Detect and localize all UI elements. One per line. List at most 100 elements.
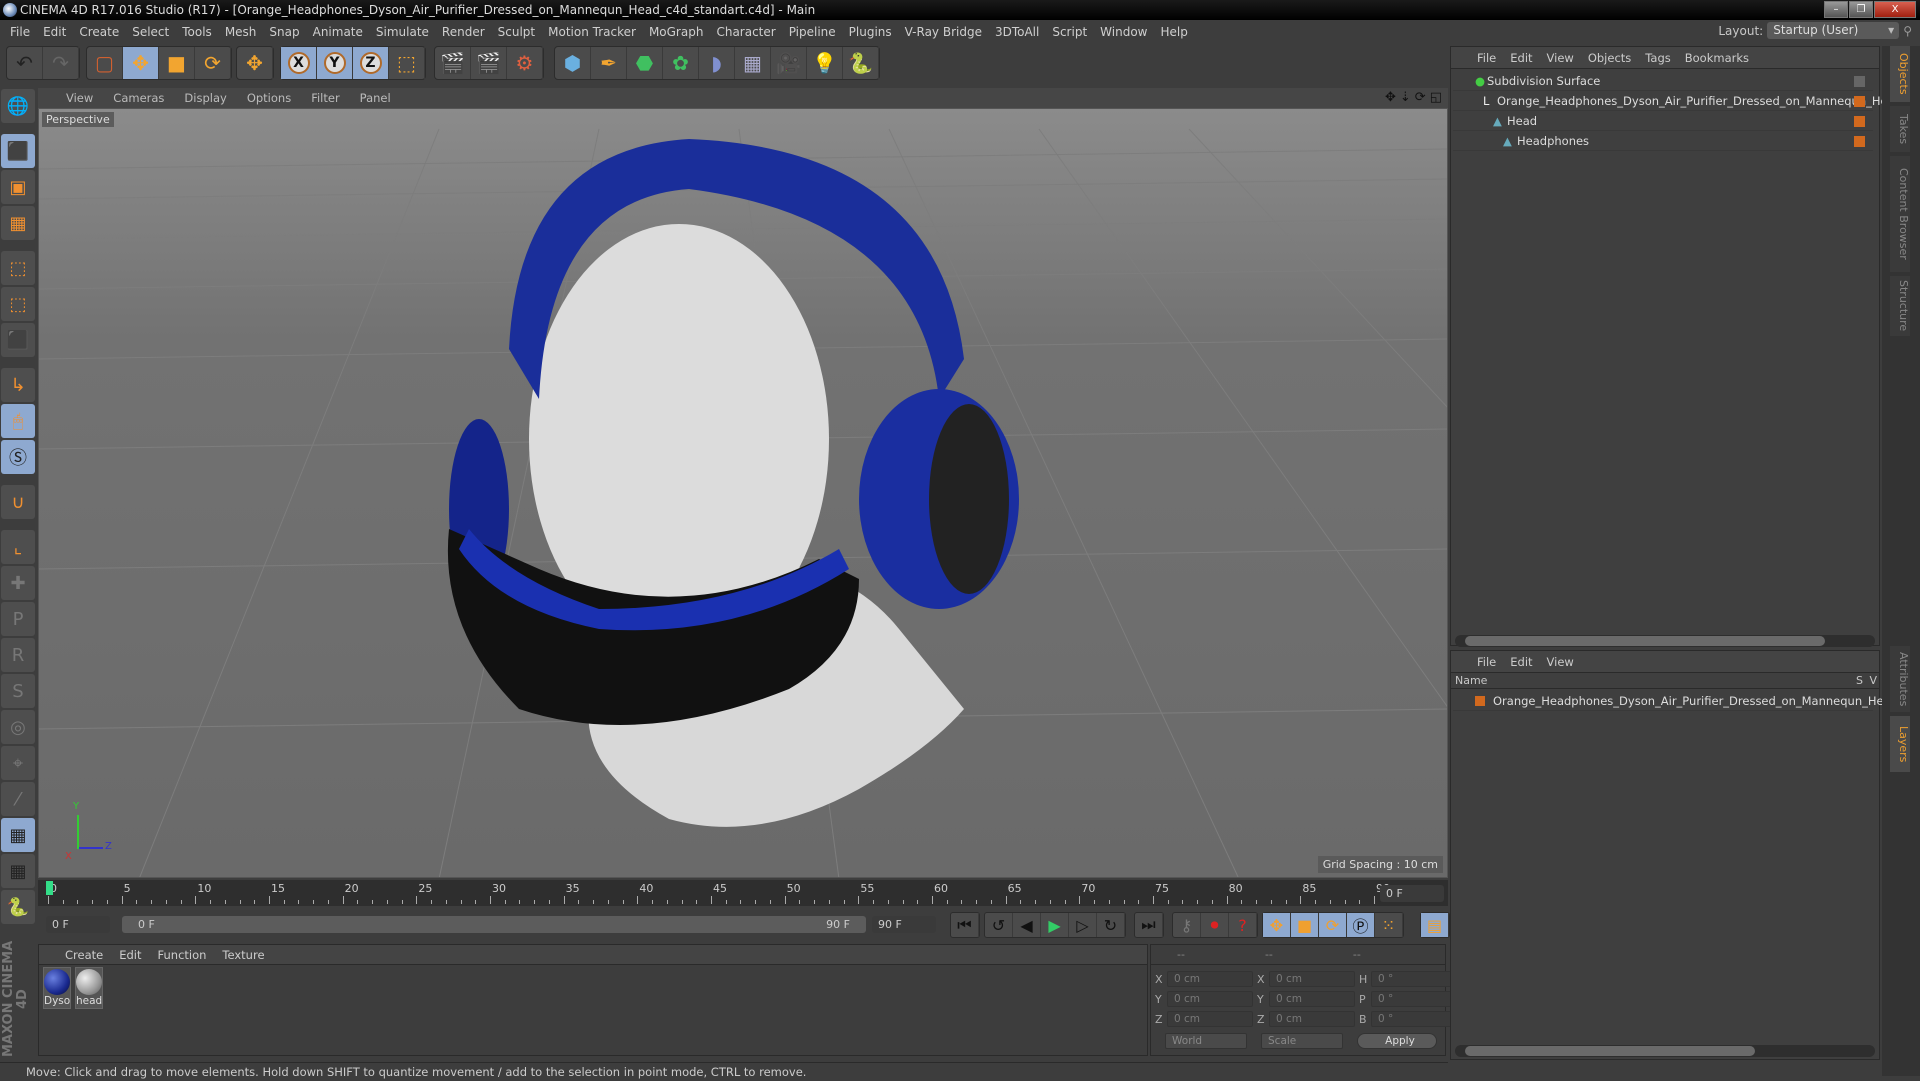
grid-rotate-icon[interactable]: ▦	[1, 854, 35, 888]
position-x-field[interactable]: 0 cm	[1167, 971, 1253, 987]
layout-dropdown[interactable]: Startup (User)	[1767, 22, 1900, 39]
render-picture-viewer-icon[interactable]: 🎬	[471, 47, 507, 79]
layer-menu-view[interactable]: View	[1547, 655, 1574, 669]
menu-window[interactable]: Window	[1100, 25, 1147, 39]
toggle-view-icon[interactable]: ◱	[1430, 90, 1442, 105]
name-column-header[interactable]: Name	[1455, 674, 1487, 687]
subdivision-surface-icon[interactable]: ⬣	[627, 47, 663, 79]
key-position-icon[interactable]: ✥	[1263, 913, 1291, 937]
z-axis-lock-icon[interactable]: Z	[353, 47, 389, 79]
key-parameter-icon[interactable]: Ⓟ	[1347, 913, 1375, 937]
target-snap-icon[interactable]: ◎	[1, 710, 35, 744]
tree-item-headphones[interactable]: ▲ Headphones	[1453, 131, 1873, 151]
lock-grid-icon[interactable]: ▦	[1, 818, 35, 852]
close-button[interactable]: X	[1874, 1, 1916, 18]
points-mode-icon[interactable]: ⬚	[1, 251, 35, 285]
autokey-icon[interactable]: ⏺	[1201, 913, 1229, 937]
end-frame-field[interactable]: 90 F	[872, 916, 936, 933]
menu-edit[interactable]: Edit	[43, 25, 66, 39]
visible-column-header[interactable]: V	[1869, 673, 1877, 689]
cube-icon[interactable]: ⬢	[555, 47, 591, 79]
key-rotation-icon[interactable]: ⟳	[1319, 913, 1347, 937]
render-settings-icon[interactable]: ⚙	[507, 47, 543, 79]
menu-select[interactable]: Select	[132, 25, 169, 39]
pivot-snap-icon[interactable]: ⌖	[1, 746, 35, 780]
menu-plugins[interactable]: Plugins	[849, 25, 892, 39]
python-icon[interactable]: 🐍	[843, 47, 879, 79]
viewport-menu-options[interactable]: Options	[247, 91, 291, 105]
guide-snap-icon[interactable]: ⁄	[1, 782, 35, 816]
minimize-button[interactable]: –	[1824, 1, 1848, 18]
size-z-field[interactable]: 0 cm	[1269, 1011, 1355, 1027]
position-z-field[interactable]: 0 cm	[1167, 1011, 1253, 1027]
menu-character[interactable]: Character	[716, 25, 775, 39]
timeline-window-icon[interactable]: ▤	[1421, 913, 1449, 937]
apply-button[interactable]: Apply	[1357, 1033, 1437, 1049]
live-selection-icon[interactable]: ▢	[87, 47, 123, 79]
layer-menu-edit[interactable]: Edit	[1510, 655, 1532, 669]
pen-spline-icon[interactable]: ✒	[591, 47, 627, 79]
coordinate-mode-dropdown[interactable]: World	[1165, 1033, 1247, 1049]
play-icon[interactable]: ▶	[1041, 913, 1069, 937]
deformer-icon[interactable]: ◗	[699, 47, 735, 79]
menu-v-ray-bridge[interactable]: V-Ray Bridge	[905, 25, 982, 39]
viewport-menu-cameras[interactable]: Cameras	[113, 91, 164, 105]
next-key-icon[interactable]: ↻	[1097, 913, 1125, 937]
menu-mesh[interactable]: Mesh	[225, 25, 257, 39]
previous-frame-icon[interactable]: ◀	[1013, 913, 1041, 937]
go-to-start-icon[interactable]: ⏮	[951, 913, 979, 937]
menu-3dtoall[interactable]: 3DToAll	[995, 25, 1039, 39]
frame-range-slider[interactable]: 0 F 90 F	[122, 916, 866, 933]
tree-item-subdivision-surface[interactable]: ● Subdivision Surface	[1453, 71, 1873, 91]
side-tab-layers[interactable]: Layers	[1890, 716, 1910, 772]
menu-help[interactable]: Help	[1160, 25, 1187, 39]
size-x-field[interactable]: 0 cm	[1269, 971, 1355, 987]
redo-icon[interactable]: ↷	[43, 47, 79, 79]
camera-label[interactable]: Perspective	[42, 112, 114, 127]
viewport-menu-filter[interactable]: Filter	[311, 91, 339, 105]
menu-file[interactable]: File	[10, 25, 30, 39]
start-frame-field[interactable]: 0 F	[46, 916, 110, 933]
recent-tools-icon[interactable]: ✥	[237, 47, 273, 79]
side-tab-objects[interactable]: Objects	[1890, 46, 1910, 102]
snap-magnet-icon[interactable]: ∪	[1, 485, 35, 519]
edges-mode-icon[interactable]: ⬚	[1, 287, 35, 321]
camera-icon[interactable]: 🎥	[771, 47, 807, 79]
restore-button[interactable]: ❐	[1849, 1, 1873, 18]
pan-view-icon[interactable]: ✥	[1385, 90, 1396, 105]
tree-item-head[interactable]: ▲ Head	[1453, 111, 1873, 131]
material-menu-edit[interactable]: Edit	[119, 948, 141, 962]
viewport-menu-display[interactable]: Display	[184, 91, 226, 105]
material-menu-function[interactable]: Function	[158, 948, 207, 962]
model-mode-icon[interactable]: ⬛	[1, 134, 35, 168]
menu-mograph[interactable]: MoGraph	[649, 25, 704, 39]
object-menu-edit[interactable]: Edit	[1510, 51, 1532, 65]
psr-snap-icon[interactable]: S	[1, 674, 35, 708]
material-menu-texture[interactable]: Texture	[222, 948, 264, 962]
menu-simulate[interactable]: Simulate	[376, 25, 429, 39]
tweak-mode-icon[interactable]: 🖱	[1, 404, 35, 438]
side-tab-structure[interactable]: Structure	[1890, 276, 1910, 336]
menu-tools[interactable]: Tools	[182, 25, 212, 39]
tree-item-group[interactable]: L Orange_Headphones_Dyson_Air_Purifier_Dr…	[1453, 91, 1902, 111]
workplane-grid-icon[interactable]: ▦	[1, 206, 35, 240]
go-to-end-icon[interactable]: ⏭	[1135, 913, 1163, 937]
menu-create[interactable]: Create	[79, 25, 119, 39]
menu-motion-tracker[interactable]: Motion Tracker	[548, 25, 636, 39]
playhead[interactable]	[46, 881, 53, 895]
solo-icon[interactable]: Ⓢ	[1, 440, 35, 474]
search-icon[interactable]: ⚲	[1903, 24, 1912, 38]
rotation-h-field[interactable]: 0 °	[1371, 971, 1457, 987]
undo-icon[interactable]: ↶	[7, 47, 43, 79]
object-horizontal-scrollbar[interactable]	[1455, 635, 1875, 647]
workplane-icon[interactable]: 🌐	[1, 89, 35, 123]
python-script-icon[interactable]: 🐍	[1, 890, 35, 924]
dolly-view-icon[interactable]: ⇣	[1400, 90, 1411, 105]
menu-sculpt[interactable]: Sculpt	[498, 25, 535, 39]
side-tab-takes[interactable]: Takes	[1890, 106, 1910, 152]
solo-column-header[interactable]: S	[1856, 673, 1863, 689]
object-menu-bookmarks[interactable]: Bookmarks	[1685, 51, 1749, 65]
menu-render[interactable]: Render	[442, 25, 485, 39]
layer-horizontal-scrollbar[interactable]	[1455, 1045, 1875, 1057]
menu-pipeline[interactable]: Pipeline	[789, 25, 836, 39]
